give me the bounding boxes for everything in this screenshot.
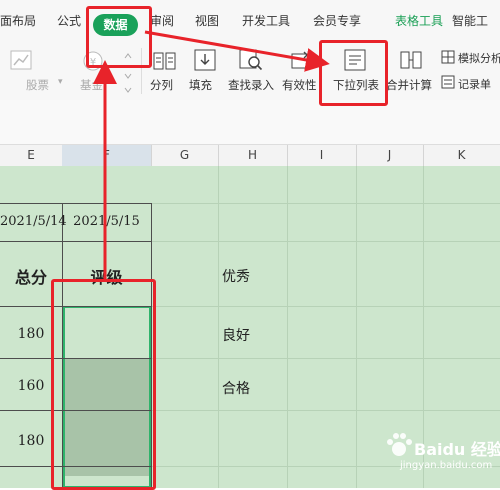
annotation-arrows	[93, 30, 330, 280]
watermark-brand: Baidu 经验	[414, 440, 500, 459]
baidu-paw-logo	[384, 432, 414, 458]
watermark-url: jingyan.baidu.com	[400, 460, 493, 471]
